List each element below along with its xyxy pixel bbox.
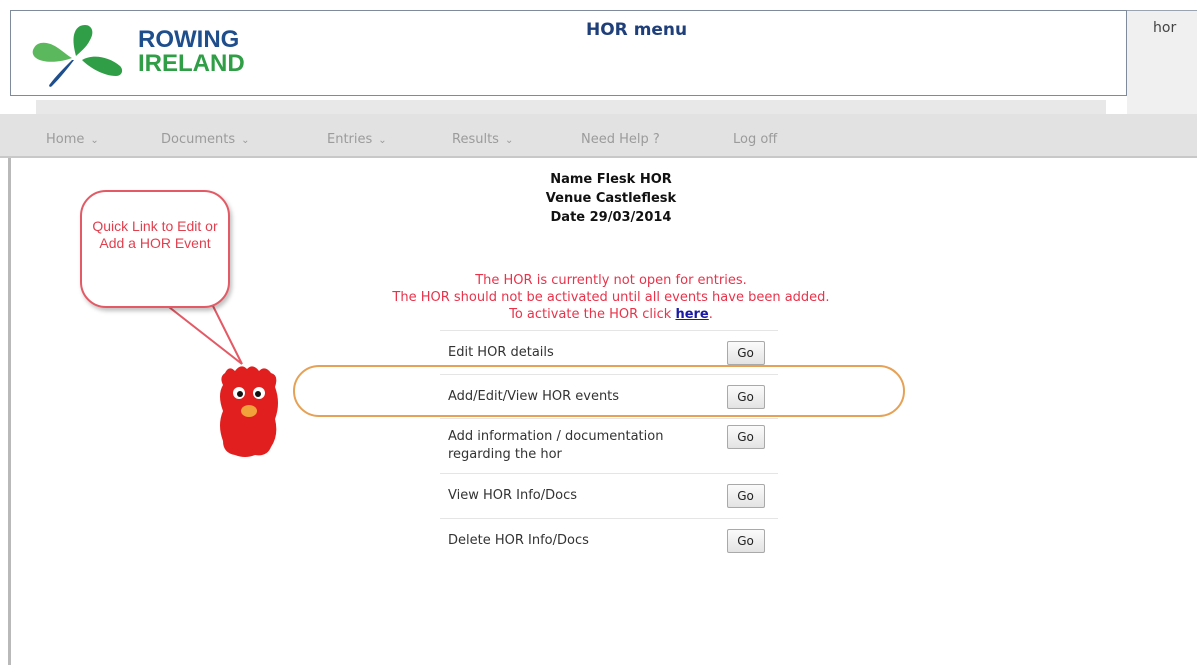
red-mascot-icon xyxy=(220,366,278,457)
nav-home-label: Home xyxy=(46,132,85,147)
nav-need-help[interactable]: Need Help ? xyxy=(581,132,660,147)
menu-row-label: Delete HOR Info/Docs xyxy=(440,518,714,564)
go-button-edit-details[interactable]: Go xyxy=(726,340,765,365)
chevron-down-icon: ⌄ xyxy=(241,135,250,146)
content-left-border xyxy=(8,158,11,665)
shamrock-logo-icon xyxy=(32,24,123,87)
event-name: Name Flesk HOR xyxy=(550,172,672,187)
page-title: HOR menu xyxy=(586,20,688,40)
nav-home[interactable]: Home ⌄ xyxy=(46,132,99,147)
nav-results-label: Results xyxy=(452,132,499,147)
nav-entries-label: Entries xyxy=(327,132,373,147)
callout-text: Quick Link to Edit or Add a HOR Event xyxy=(92,218,218,251)
top-strip xyxy=(0,0,1197,8)
go-button-delete-info[interactable]: Go xyxy=(726,529,765,554)
menu-row-add-information: Add information / documentation regardin… xyxy=(440,418,778,474)
nav-documents[interactable]: Documents ⌄ xyxy=(161,132,250,147)
menu-row-label: Add information / documentation regardin… xyxy=(440,418,714,474)
chevron-down-icon: ⌄ xyxy=(504,135,514,146)
brand-line-2: IRELAND xyxy=(138,50,245,77)
activate-here-link[interactable]: here xyxy=(675,307,708,322)
nav-log-off[interactable]: Log off xyxy=(733,132,777,147)
menu-row-delete-info: Delete HOR Info/Docs Go xyxy=(440,518,778,564)
nav-results[interactable]: Results ⌄ xyxy=(452,132,513,147)
nav-entries[interactable]: Entries ⌄ xyxy=(327,132,387,147)
go-button-add-information[interactable]: Go xyxy=(726,425,765,449)
notice-line-3-suffix: . xyxy=(708,307,713,322)
chevron-down-icon: ⌄ xyxy=(378,135,387,146)
main-nav: Home ⌄ Documents ⌄ Entries ⌄ Results ⌄ Need … xyxy=(0,114,1197,158)
menu-row-view-info: View HOR Info/Docs Go xyxy=(440,473,778,519)
brand-name: ROWING IRELAND xyxy=(138,28,245,76)
notice-line-3-prefix: To activate the HOR click xyxy=(509,307,676,322)
chevron-down-icon: ⌄ xyxy=(90,135,99,146)
menu-row-label: View HOR Info/Docs xyxy=(440,473,714,519)
nav-documents-label: Documents xyxy=(161,132,236,147)
callout-tail xyxy=(158,300,243,365)
brand-line-1: ROWING xyxy=(138,26,240,53)
user-label: hor xyxy=(1153,20,1177,36)
go-button-view-info[interactable]: Go xyxy=(726,484,765,508)
highlight-oval xyxy=(293,365,905,417)
